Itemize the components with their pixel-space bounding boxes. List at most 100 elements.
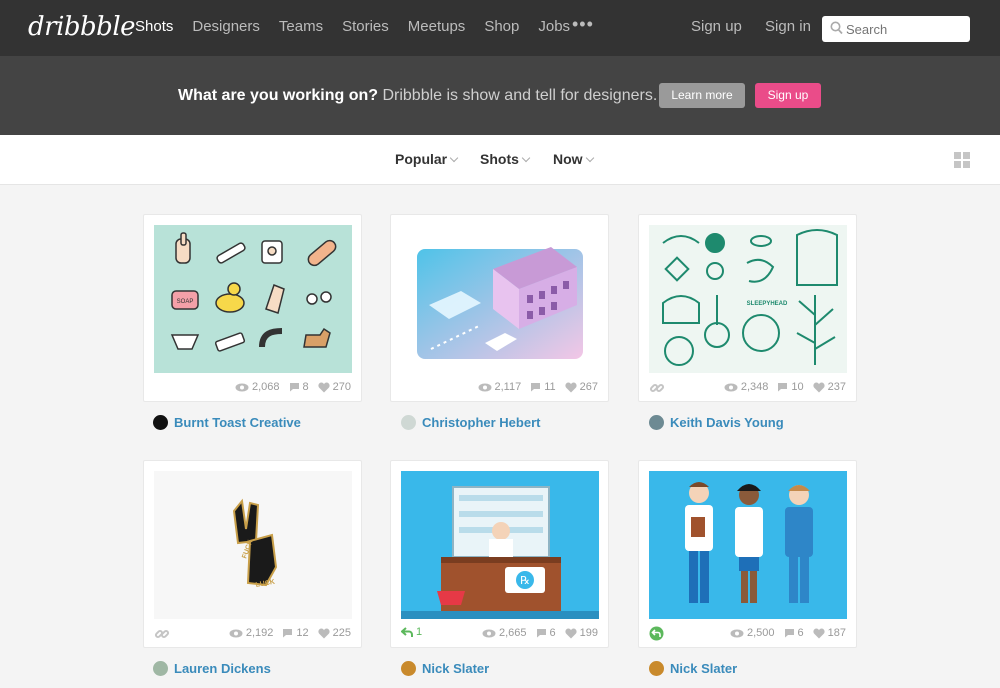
comments-stat[interactable]: 11 — [530, 381, 556, 393]
shot-author[interactable]: Christopher Hebert — [401, 415, 540, 430]
search-icon — [830, 21, 843, 35]
shot-author[interactable]: Nick Slater — [649, 661, 737, 676]
comments-count: 10 — [791, 381, 804, 393]
likes-stat[interactable]: 187 — [813, 627, 846, 639]
shot-author[interactable]: Nick Slater — [401, 661, 489, 676]
sign-up-link[interactable]: Sign up — [691, 18, 742, 35]
comments-count: 6 — [797, 627, 804, 639]
soap-text: SOAP — [177, 299, 194, 305]
grid-view-icon[interactable] — [954, 152, 971, 169]
views-stat: 2,068 — [235, 381, 280, 393]
avatar[interactable] — [649, 661, 664, 676]
likes-stat[interactable]: 199 — [565, 627, 598, 639]
comments-count: 6 — [549, 627, 556, 639]
nav-jobs[interactable]: Jobs — [538, 18, 570, 35]
shot-illustration: SLEEPYHEAD — [662, 229, 838, 366]
author-name[interactable]: Nick Slater — [422, 661, 489, 676]
dribbble-logo[interactable]: dribbble — [28, 12, 136, 42]
shot-thumbnail[interactable] — [649, 471, 847, 619]
shot-author[interactable]: Keith Davis Young — [649, 415, 784, 430]
shot-author[interactable]: Lauren Dickens — [153, 661, 271, 676]
author-name[interactable]: Keith Davis Young — [670, 415, 784, 430]
heart-icon — [565, 628, 577, 638]
heart-icon — [813, 382, 825, 392]
views-count: 2,117 — [494, 381, 522, 393]
banner-headline: What are you working on? — [178, 87, 379, 104]
filter-popular[interactable]: Popular — [395, 151, 459, 167]
shot-card[interactable]: 2,117 11 267 — [390, 214, 609, 402]
shot-stats: 2,117 11 267 — [478, 381, 598, 393]
shot-thumbnail[interactable] — [401, 225, 599, 373]
more-icon[interactable]: ••• — [572, 14, 594, 35]
filter-shots[interactable]: Shots — [480, 151, 531, 167]
eye-icon — [478, 383, 491, 391]
shot-illustration: FUCK LUCK — [232, 498, 278, 589]
sleepyhead-text: SLEEPYHEAD — [747, 301, 788, 307]
shot-thumbnail[interactable]: FUCK LUCK — [154, 471, 352, 619]
rebounds-value: 1 — [416, 626, 423, 638]
rebound-icon — [401, 626, 413, 637]
attachment[interactable] — [154, 626, 170, 642]
comments-stat[interactable]: 12 — [282, 627, 309, 639]
author-name[interactable]: Christopher Hebert — [422, 415, 540, 430]
likes-stat[interactable]: 237 — [813, 381, 846, 393]
learn-more-button[interactable]: Learn more — [659, 83, 745, 108]
likes-count: 270 — [332, 381, 351, 393]
nav-shots[interactable]: Shots — [135, 18, 173, 35]
nav-designers[interactable]: Designers — [192, 18, 260, 35]
likes-count: 225 — [332, 627, 351, 639]
shot-thumbnail[interactable]: ℞ — [401, 471, 599, 619]
banner-sign-up-button[interactable]: Sign up — [755, 83, 821, 108]
shot-card[interactable]: 2,500 6 187 — [638, 460, 857, 648]
eye-icon — [482, 629, 496, 637]
comment-icon — [531, 383, 541, 392]
rx-text: ℞ — [520, 574, 530, 587]
shot-card[interactable]: ℞ 1 2,665 6 199 — [390, 460, 609, 648]
shot-stats: 2,665 6 199 — [482, 627, 598, 639]
comments-stat[interactable]: 10 — [777, 381, 804, 393]
avatar[interactable] — [649, 415, 664, 430]
banner-text: What are you working on? Dribbble is sho… — [178, 87, 657, 105]
attachment[interactable] — [649, 380, 665, 396]
rebound-indicator[interactable] — [649, 626, 664, 641]
comments-stat[interactable]: 6 — [536, 627, 556, 639]
search-box[interactable] — [822, 16, 970, 42]
eye-icon — [724, 383, 738, 391]
sign-in-link[interactable]: Sign in — [765, 18, 811, 35]
shot-card[interactable]: SLEEPYHEAD 2,348 10 237 — [638, 214, 857, 402]
author-name[interactable]: Burnt Toast Creative — [174, 415, 301, 430]
shot-card[interactable]: SOAP 2,068 8 270 — [143, 214, 362, 402]
comment-icon — [778, 383, 788, 392]
views-count: 2,068 — [251, 381, 280, 393]
shot-thumbnail[interactable]: SOAP — [154, 225, 352, 373]
nav-teams[interactable]: Teams — [279, 18, 323, 35]
chevron-down-icon — [521, 153, 531, 163]
shot-card[interactable]: FUCK LUCK 2,192 12 225 — [143, 460, 362, 648]
nav-meetups[interactable]: Meetups — [408, 18, 466, 35]
shot-illustration — [685, 482, 813, 603]
rebound-count[interactable]: 1 — [401, 626, 422, 638]
likes-stat[interactable]: 270 — [318, 381, 351, 393]
avatar[interactable] — [401, 415, 416, 430]
nav-stories[interactable]: Stories — [342, 18, 389, 35]
eye-icon — [730, 629, 744, 637]
likes-stat[interactable]: 267 — [565, 381, 598, 393]
author-name[interactable]: Nick Slater — [670, 661, 737, 676]
search-input[interactable] — [846, 20, 964, 38]
likes-stat[interactable]: 225 — [318, 627, 351, 639]
shot-thumbnail[interactable]: SLEEPYHEAD — [649, 225, 847, 373]
author-name[interactable]: Lauren Dickens — [174, 661, 271, 676]
avatar[interactable] — [153, 661, 168, 676]
avatar[interactable] — [401, 661, 416, 676]
heart-icon — [318, 628, 330, 638]
nav-shop[interactable]: Shop — [484, 18, 519, 35]
shot-author[interactable]: Burnt Toast Creative — [153, 415, 301, 430]
comments-stat[interactable]: 6 — [784, 627, 804, 639]
filter-now[interactable]: Now — [553, 151, 594, 167]
avatar[interactable] — [153, 415, 168, 430]
comments-stat[interactable]: 8 — [289, 381, 309, 393]
views-stat: 2,117 — [478, 381, 522, 393]
shot-stats: 2,192 12 225 — [229, 627, 351, 639]
promo-banner: What are you working on? Dribbble is sho… — [0, 56, 1000, 135]
chevron-down-icon — [585, 153, 594, 163]
